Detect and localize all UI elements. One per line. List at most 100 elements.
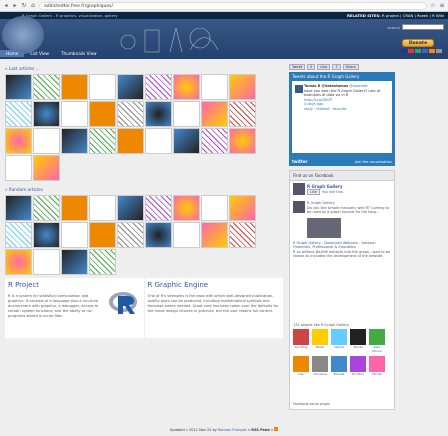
fan-avatar[interactable]: Richard xyxy=(350,356,366,376)
random-article-thumbnail[interactable] xyxy=(173,222,200,248)
donate-button[interactable]: Donate xyxy=(402,39,434,47)
last-article-thumbnail[interactable] xyxy=(117,74,144,100)
fan-photo[interactable] xyxy=(293,329,309,345)
random-article-thumbnail[interactable] xyxy=(33,195,60,221)
last-article-thumbnail[interactable] xyxy=(33,101,60,127)
fan-avatar[interactable]: Lee xyxy=(293,356,309,376)
random-article-thumbnail[interactable] xyxy=(61,222,88,248)
fan-name[interactable]: Nicole xyxy=(372,372,381,376)
fan-photo[interactable] xyxy=(312,356,328,372)
fan-avatar[interactable]: Brenda xyxy=(331,356,347,376)
last-article-thumbnail[interactable] xyxy=(33,128,60,154)
fan-name[interactable]: Tomas xyxy=(353,345,362,349)
share-button[interactable]: Share xyxy=(342,64,359,70)
last-article-thumbnail[interactable] xyxy=(145,128,172,154)
fan-photo[interactable] xyxy=(331,329,347,345)
rss-link[interactable]: » RSS Feed » xyxy=(248,428,273,432)
fan-name[interactable]: Brenda xyxy=(334,372,345,376)
post-avatar[interactable] xyxy=(293,201,305,213)
last-article-thumbnail[interactable] xyxy=(33,155,60,181)
nav-home[interactable]: Home xyxy=(0,50,25,57)
fan-avatar[interactable]: Ant Rmg xyxy=(293,329,309,353)
last-article-thumbnail[interactable] xyxy=(173,128,200,154)
tweet-reply-to[interactable]: @sosevett xyxy=(349,84,367,88)
site-logo[interactable] xyxy=(2,16,44,54)
fan-photo[interactable] xyxy=(369,356,385,372)
page-avatar[interactable] xyxy=(293,183,305,195)
last-article-thumbnail[interactable] xyxy=(173,74,200,100)
last-article-thumbnail[interactable] xyxy=(89,128,116,154)
twitter-logo[interactable]: twitter xyxy=(292,159,308,164)
nav-thumbnails-view[interactable]: Thumbnails View xyxy=(55,50,103,57)
address-bar[interactable]: addictedtor.free.fr/graphiques/ xyxy=(39,1,427,10)
random-article-thumbnail[interactable] xyxy=(33,249,60,275)
fan-avatar[interactable]: Christine xyxy=(312,356,328,376)
random-article-thumbnail[interactable] xyxy=(89,249,116,275)
random-article-thumbnail[interactable] xyxy=(33,222,60,248)
last-article-thumbnail[interactable] xyxy=(5,101,32,127)
random-article-thumbnail[interactable] xyxy=(5,249,32,275)
author-link[interactable]: Romain François xyxy=(218,428,247,432)
random-article-thumbnail[interactable] xyxy=(145,195,172,221)
last-article-thumbnail[interactable] xyxy=(201,101,228,127)
last-article-thumbnail[interactable] xyxy=(145,101,172,127)
last-article-thumbnail[interactable] xyxy=(61,101,88,127)
last-article-thumbnail[interactable] xyxy=(229,101,256,127)
like-button[interactable]: Like xyxy=(317,64,331,70)
nav-list-view[interactable]: List View xyxy=(24,50,55,57)
post-image[interactable] xyxy=(307,217,341,238)
last-article-thumbnail[interactable] xyxy=(33,74,60,100)
random-article-thumbnail[interactable] xyxy=(201,222,228,248)
fan-avatar[interactable]: Tomas xyxy=(350,329,366,353)
last-article-thumbnail[interactable] xyxy=(229,128,256,154)
last-article-thumbnail[interactable] xyxy=(229,74,256,100)
star-icon[interactable]: ☆ xyxy=(430,2,436,9)
fan-avatar[interactable]: Nicole xyxy=(369,356,385,376)
fb-like-button[interactable]: Like xyxy=(307,189,320,195)
fan-avatar[interactable]: Alex Moore xyxy=(369,329,385,353)
random-article-thumbnail[interactable] xyxy=(61,249,88,275)
fan-name[interactable]: Richard xyxy=(352,372,363,376)
last-article-thumbnail[interactable] xyxy=(117,101,144,127)
random-article-thumbnail[interactable] xyxy=(61,195,88,221)
random-article-thumbnail[interactable] xyxy=(5,195,32,221)
fan-photo[interactable] xyxy=(350,356,366,372)
last-article-thumbnail[interactable] xyxy=(117,128,144,154)
last-article-thumbnail[interactable] xyxy=(5,155,32,181)
last-article-thumbnail[interactable] xyxy=(5,74,32,100)
rss-icon[interactable] xyxy=(274,427,279,431)
post-link[interactable]: R Graph Gallery - Download Webcam - Amaz… xyxy=(293,241,376,250)
random-article-thumbnail[interactable] xyxy=(201,195,228,221)
last-article-thumbnail[interactable] xyxy=(201,128,228,154)
random-article-thumbnail[interactable] xyxy=(229,195,256,221)
random-article-thumbnail[interactable] xyxy=(89,195,116,221)
random-article-thumbnail[interactable] xyxy=(173,195,200,221)
tweet-actions[interactable]: reply · retweet · favorite xyxy=(304,107,389,112)
join-conversation-link[interactable]: Join the conversation xyxy=(355,160,392,164)
forward-icon[interactable]: ▸ xyxy=(12,2,18,9)
fan-avatar[interactable]: Farah xyxy=(312,329,328,353)
fan-name[interactable]: Farah xyxy=(316,345,324,349)
fan-name[interactable]: Lee xyxy=(298,372,303,376)
last-article-thumbnail[interactable] xyxy=(201,74,228,100)
last-article-thumbnail[interactable] xyxy=(173,101,200,127)
random-article-thumbnail[interactable] xyxy=(117,222,144,248)
last-article-thumbnail[interactable] xyxy=(145,74,172,100)
last-article-thumbnail[interactable] xyxy=(61,128,88,154)
fan-photo[interactable] xyxy=(312,329,328,345)
last-article-thumbnail[interactable] xyxy=(89,74,116,100)
tweet-button[interactable]: Tweet xyxy=(289,64,306,70)
last-article-thumbnail[interactable] xyxy=(61,74,88,100)
random-article-thumbnail[interactable] xyxy=(117,195,144,221)
fan-name[interactable]: Christine xyxy=(313,372,326,376)
last-article-thumbnail[interactable] xyxy=(5,128,32,154)
fan-photo[interactable] xyxy=(331,356,347,372)
fan-avatar[interactable]: Daniel xyxy=(331,329,347,353)
back-icon[interactable]: ◂ xyxy=(3,2,9,9)
reload-icon[interactable]: ↻ xyxy=(21,2,27,9)
random-article-thumbnail[interactable] xyxy=(145,222,172,248)
random-article-thumbnail[interactable] xyxy=(229,222,256,248)
fan-photo[interactable] xyxy=(293,356,309,372)
last-article-thumbnail[interactable] xyxy=(89,101,116,127)
facebook-plugin-label[interactable]: Facebook social plugin xyxy=(293,402,330,406)
